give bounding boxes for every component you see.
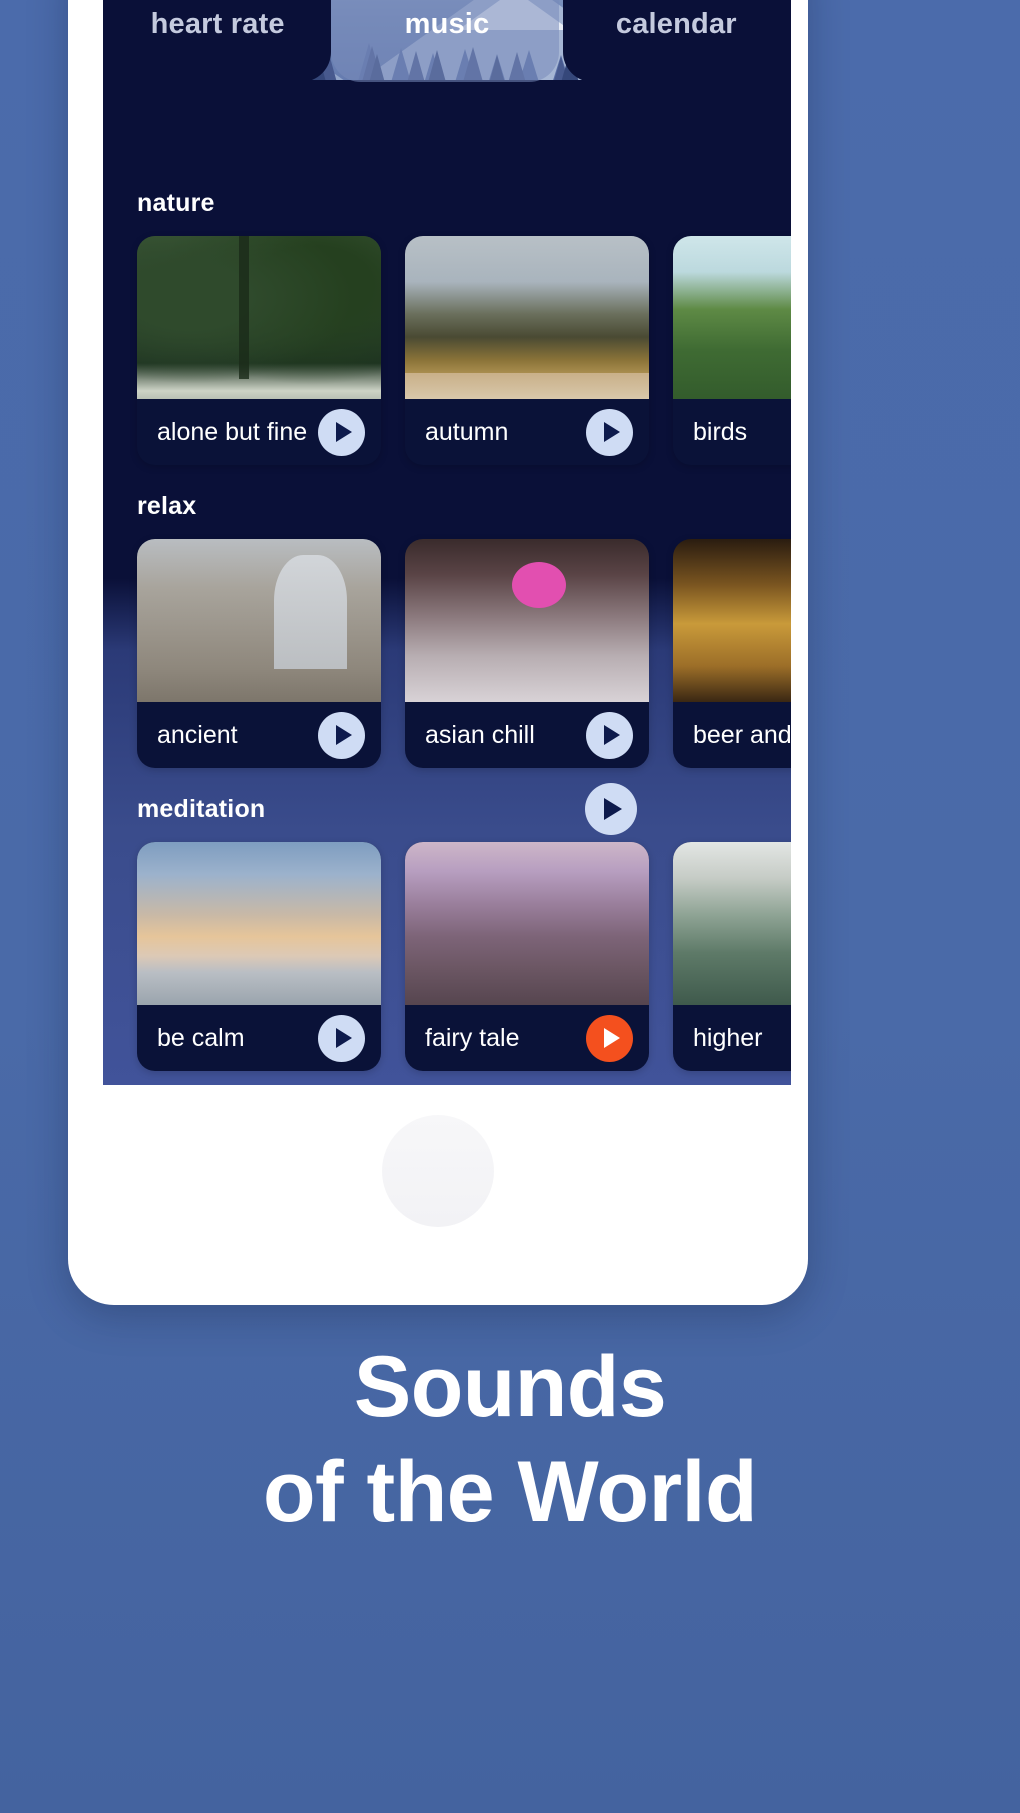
section-meditation: meditation be calm fairy tale higher	[103, 783, 791, 1085]
card-row[interactable]: ancient asian chill beer and	[103, 529, 791, 786]
play-triangle-icon	[603, 422, 620, 442]
section-nature: nature alone but fine autumn birds	[103, 180, 791, 483]
play-triangle-icon	[335, 725, 352, 745]
card-label: alone but fine	[157, 417, 308, 446]
thumbnail-image	[673, 236, 791, 399]
card-row[interactable]: be calm fairy tale higher	[103, 832, 791, 1085]
tab-bar: heart rate music calendar	[103, 0, 791, 82]
thumbnail-image	[137, 539, 381, 702]
caption-line-2: of the World	[262, 1443, 758, 1540]
phone-mockup: heart rate music calendar nature alone bu…	[68, 0, 808, 1305]
music-content: nature alone but fine autumn birds relax anci…	[103, 180, 791, 1085]
section-title: meditation	[137, 794, 266, 823]
tab-calendar[interactable]: calendar	[562, 0, 791, 82]
card-label: fairy tale	[425, 1023, 520, 1052]
home-button-icon[interactable]	[382, 1115, 494, 1227]
section-relax: relax ancient asian chill beer and	[103, 483, 791, 786]
section-header: meditation	[103, 783, 791, 835]
card-footer: fairy tale	[405, 1005, 649, 1071]
card-thumbnail	[673, 539, 791, 702]
card-footer: ancient	[137, 702, 381, 768]
thumbnail-image	[673, 539, 791, 702]
app-store-screenshot: heart rate music calendar nature alone bu…	[0, 0, 1020, 1813]
play-triangle-icon	[335, 422, 352, 442]
sound-card[interactable]: asian chill	[405, 539, 649, 768]
card-footer: alone but fine	[137, 399, 381, 465]
section-list: nature alone but fine autumn birds relax anci…	[103, 180, 791, 1085]
section-header: relax	[103, 483, 791, 529]
thumbnail-image	[137, 842, 381, 1005]
play-icon[interactable]	[318, 408, 365, 456]
tab-music[interactable]: music	[332, 0, 561, 82]
pine-tree-icon	[103, 70, 151, 154]
sound-card[interactable]: autumn	[405, 236, 649, 465]
thumbnail-image	[405, 539, 649, 702]
play-icon[interactable]	[318, 711, 365, 759]
section-title: nature	[137, 188, 215, 217]
thumbnail-image	[405, 236, 649, 399]
sound-card[interactable]: fairy tale	[405, 842, 649, 1071]
card-thumbnail	[137, 539, 381, 702]
card-footer: asian chill	[405, 702, 649, 768]
card-footer: birds	[673, 399, 791, 465]
section-title: relax	[137, 491, 197, 520]
card-footer: be calm	[137, 1005, 381, 1071]
card-row[interactable]: alone but fine autumn birds	[103, 226, 791, 483]
card-footer: higher	[673, 1005, 791, 1071]
card-thumbnail	[137, 842, 381, 1005]
thumbnail-image	[137, 236, 381, 399]
play-icon[interactable]	[586, 408, 633, 456]
card-thumbnail	[405, 236, 649, 399]
sound-card[interactable]: alone but fine	[137, 236, 381, 465]
sound-card[interactable]: beer and	[673, 539, 791, 768]
card-label: higher	[693, 1023, 763, 1052]
section-header: nature	[103, 180, 791, 226]
play-triangle-icon	[604, 798, 622, 820]
card-footer: beer and	[673, 702, 791, 768]
card-thumbnail	[405, 842, 649, 1005]
card-label: birds	[693, 417, 748, 446]
card-thumbnail	[137, 236, 381, 399]
sound-card[interactable]: higher	[673, 842, 791, 1071]
card-label: autumn	[425, 417, 509, 446]
card-label: ancient	[157, 720, 238, 749]
thumbnail-image	[405, 842, 649, 1005]
card-label: beer and	[693, 720, 791, 749]
card-label: be calm	[157, 1023, 245, 1052]
card-thumbnail	[673, 842, 791, 1005]
card-thumbnail	[673, 236, 791, 399]
sound-card[interactable]: be calm	[137, 842, 381, 1071]
sound-card[interactable]: birds	[673, 236, 791, 465]
play-icon[interactable]	[585, 783, 637, 835]
tab-heart-rate[interactable]: heart rate	[103, 0, 332, 82]
card-footer: autumn	[405, 399, 649, 465]
caption-line-1: Sounds	[353, 1339, 667, 1435]
card-label: asian chill	[425, 720, 535, 749]
play-triangle-icon	[335, 1028, 352, 1048]
card-thumbnail	[405, 539, 649, 702]
caption-headline: Sounds of the World	[0, 1335, 1020, 1545]
thumbnail-image	[673, 842, 791, 1005]
play-icon[interactable]	[318, 1014, 365, 1062]
phone-screen: heart rate music calendar nature alone bu…	[103, 0, 791, 1085]
play-triangle-icon	[603, 1028, 620, 1048]
sound-card[interactable]: ancient	[137, 539, 381, 768]
play-icon[interactable]	[586, 1014, 633, 1062]
play-icon[interactable]	[586, 711, 633, 759]
play-triangle-icon	[603, 725, 620, 745]
